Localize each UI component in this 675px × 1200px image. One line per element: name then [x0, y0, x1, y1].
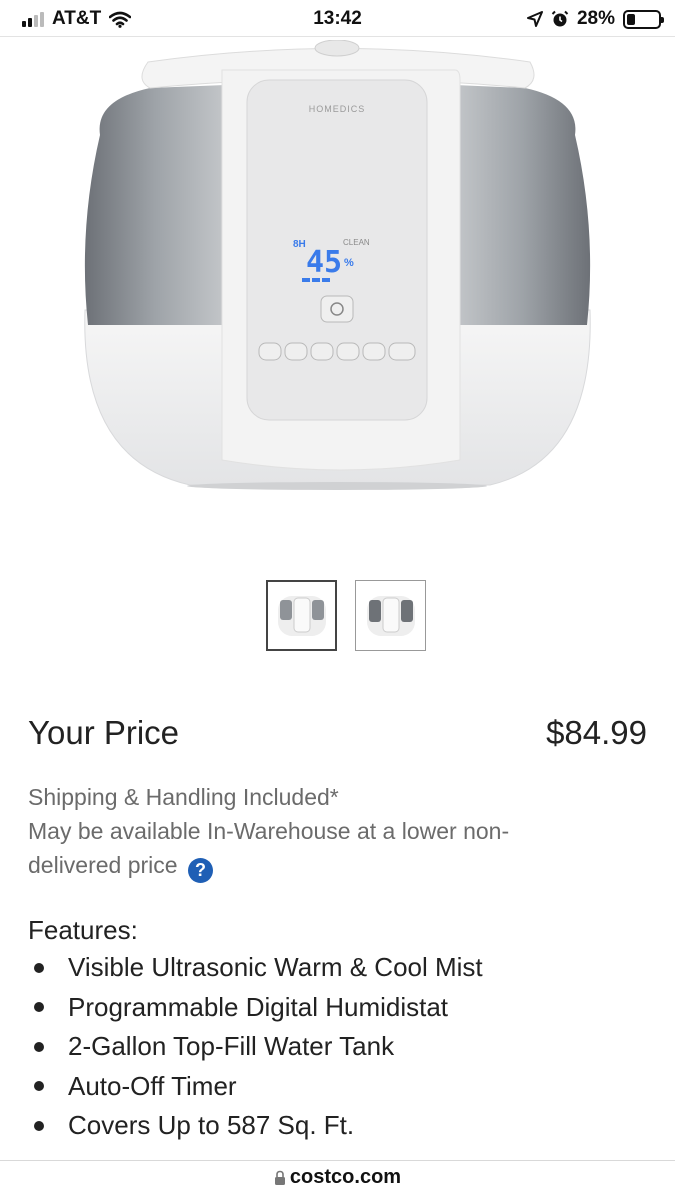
- price-label: Your Price: [28, 714, 180, 751]
- url-text: costco.com: [289, 1166, 402, 1188]
- bullet-icon: [34, 1041, 44, 1052]
- feature-text: 2-Gallon Top-Fill Water Tank: [68, 1031, 395, 1062]
- top-divider: [0, 36, 675, 37]
- lcd-unit: %: [344, 257, 354, 269]
- bullet-icon: [34, 962, 44, 973]
- lcd-mode: CLEAN: [343, 238, 370, 247]
- feature-text: Auto-Off Timer: [68, 1070, 237, 1101]
- lcd-hours: 8H: [293, 239, 306, 250]
- shipping-line: Shipping & Handling Included*: [28, 784, 339, 810]
- shipping-info: Shipping & Handling Included* May be ava…: [28, 780, 628, 883]
- brand-logo: HOMEDICS: [309, 104, 366, 114]
- location-icon: [526, 11, 543, 27]
- humidifier-thumbnail-icon: [277, 595, 326, 636]
- help-icon[interactable]: ?: [187, 857, 213, 883]
- thumbnail-1[interactable]: [266, 580, 337, 651]
- feature-text: Visible Ultrasonic Warm & Cool Mist: [68, 952, 483, 983]
- bullet-icon: [34, 1002, 44, 1013]
- bullet-icon: [34, 1081, 44, 1092]
- features-section: Features: Visible Ultrasonic Warm & Cool…: [28, 915, 648, 1146]
- status-bar-right: 28%: [526, 8, 664, 30]
- price-row: Your Price $84.99: [28, 714, 647, 752]
- feature-text: Covers Up to 587 Sq. Ft.: [68, 1110, 355, 1141]
- status-bar: AT&T 13:42 28%: [0, 0, 675, 36]
- humidifier-thumbnail-icon: [366, 595, 415, 636]
- product-image[interactable]: HOMEDICS 8H CLEAN 45 %: [40, 40, 635, 560]
- feature-text: Programmable Digital Humidistat: [68, 991, 449, 1022]
- battery-level: [627, 13, 636, 25]
- battery-percent: 28%: [576, 8, 615, 29]
- url-bar[interactable]: costco.com: [0, 1166, 675, 1189]
- feature-list: Visible Ultrasonic Warm & Cool Mist Prog…: [28, 948, 648, 1146]
- thumbnail-strip: [266, 580, 426, 651]
- battery-icon: [623, 9, 664, 29]
- list-item: 2-Gallon Top-Fill Water Tank: [28, 1027, 648, 1067]
- price-value: $84.99: [546, 714, 647, 751]
- alarm-icon: [551, 10, 569, 27]
- thumbnail-2[interactable]: [355, 580, 426, 651]
- list-item: Auto-Off Timer: [28, 1067, 648, 1107]
- features-title: Features:: [28, 915, 138, 945]
- list-item: Programmable Digital Humidistat: [28, 988, 648, 1028]
- lock-icon: [274, 1170, 285, 1185]
- bullet-icon: [34, 1120, 44, 1131]
- list-item: Visible Ultrasonic Warm & Cool Mist: [28, 948, 648, 988]
- list-item: Covers Up to 587 Sq. Ft.: [28, 1106, 648, 1146]
- warehouse-note: May be available In-Warehouse at a lower…: [28, 818, 510, 878]
- lcd-humidity: 45: [306, 245, 342, 280]
- bottom-divider: [0, 1160, 675, 1161]
